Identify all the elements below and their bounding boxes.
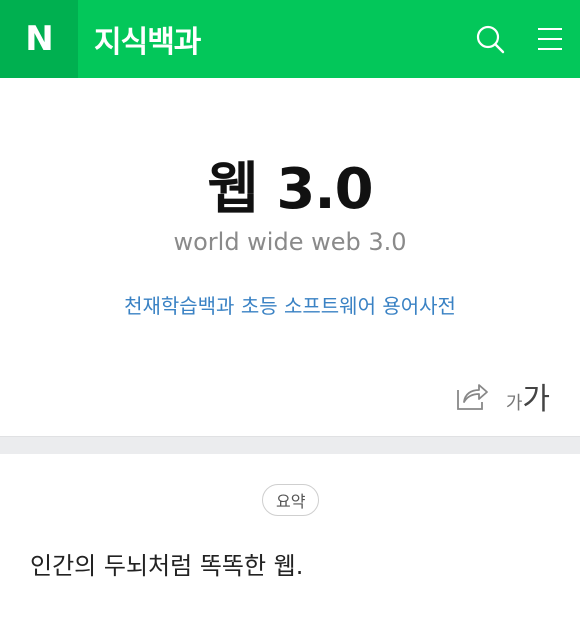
summary-section: 요약 인간의 두뇌처럼 똑똑한 웹.	[0, 454, 580, 644]
summary-text: 인간의 두뇌처럼 똑똑한 웹.	[30, 552, 304, 580]
menu-button[interactable]	[520, 0, 580, 78]
share-button[interactable]	[452, 376, 492, 416]
service-title[interactable]: 지식백과	[94, 17, 201, 61]
font-large-label: 가	[522, 382, 550, 417]
section-divider	[0, 436, 580, 454]
naver-logo[interactable]: N	[0, 0, 78, 78]
article-header: 웹 3.0 world wide web 3.0 천재학습백과 초등 소프트웨어…	[0, 78, 580, 436]
search-icon	[476, 25, 505, 54]
article-subtitle: world wide web 3.0	[173, 228, 407, 256]
search-button[interactable]	[460, 0, 520, 78]
share-icon	[456, 384, 488, 410]
top-navigation-bar: N 지식백과	[0, 0, 580, 78]
font-small-label: 가	[505, 393, 523, 414]
font-size-button[interactable]: 가 가	[506, 374, 550, 418]
summary-badge: 요약	[262, 484, 320, 516]
source-dictionary-link[interactable]: 천재학습백과 초등 소프트웨어 용어사전	[0, 290, 580, 319]
logo-letter: N	[25, 19, 53, 59]
article-tools: 가 가	[452, 374, 550, 418]
hamburger-menu-icon	[538, 28, 562, 50]
top-icons	[460, 0, 580, 78]
article-title: 웹 3.0	[207, 157, 373, 222]
